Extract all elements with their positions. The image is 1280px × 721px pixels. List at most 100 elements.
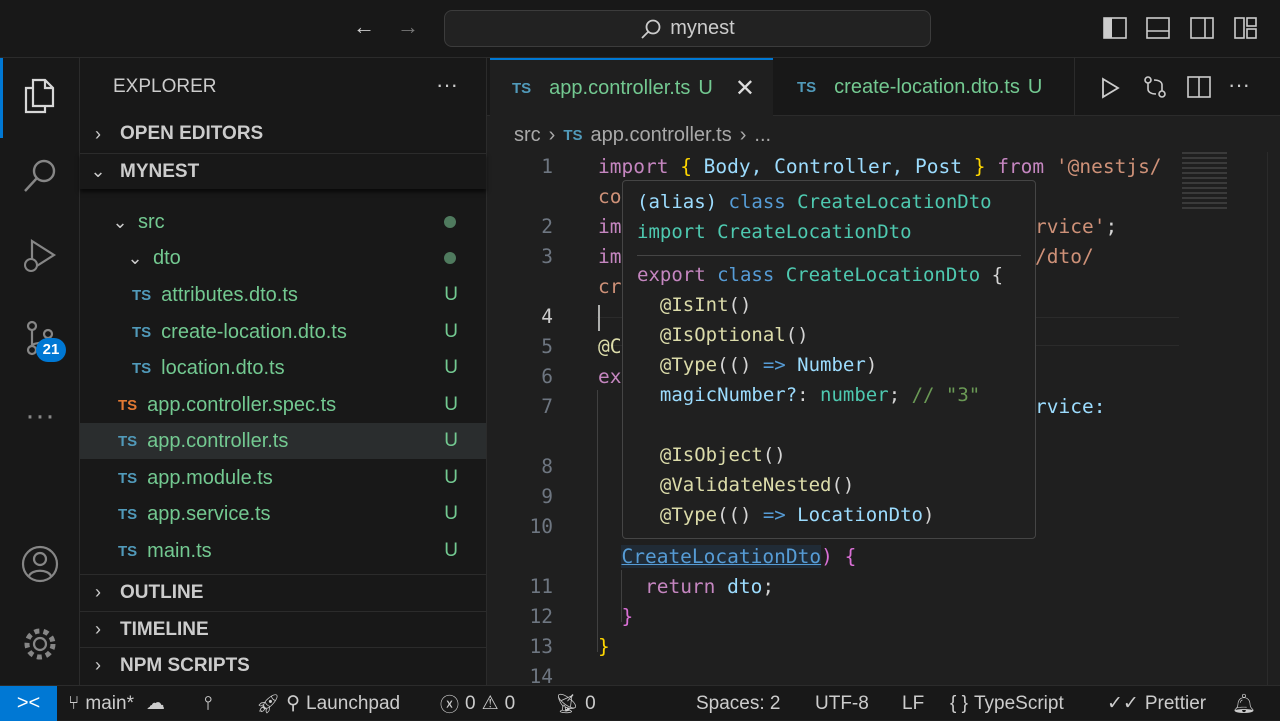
code-token: '@nestjs/: [1055, 155, 1162, 178]
chevron-right-icon: ›: [95, 123, 101, 144]
editor-tabs: TS app.controller.ts U ✕ TS create-locat…: [487, 58, 1280, 116]
tree-item[interactable]: TS create-location.dto.ts U: [80, 314, 486, 350]
minimap[interactable]: [1182, 152, 1227, 212]
untracked-badge: U: [444, 430, 458, 451]
tree-item-label: app.module.ts: [147, 466, 273, 489]
run-debug-icon[interactable]: [0, 226, 80, 286]
tree-item[interactable]: TS app.service.ts U: [80, 496, 486, 532]
more-icon[interactable]: ···: [0, 386, 80, 446]
tree-item-label: src: [138, 210, 165, 233]
code-token: :: [797, 384, 821, 406]
tab-app-controller[interactable]: TS app.controller.ts U ✕: [490, 58, 773, 116]
code-line-fragment: rvice';: [1035, 212, 1117, 242]
code-line-fragment: rvice:: [1035, 392, 1105, 422]
code-token: (): [762, 444, 786, 466]
hover-line: export class CreateLocationDto {: [637, 260, 1021, 290]
code-token: ;: [888, 384, 912, 406]
typescript-icon: TS: [132, 359, 152, 377]
section-mynest[interactable]: ⌄ MYNEST: [80, 153, 486, 189]
code-token: @IsInt: [637, 294, 729, 316]
tab-create-location-dto[interactable]: TS create-location.dto.ts U: [775, 58, 1075, 116]
code-line: im: [598, 242, 621, 272]
settings-gear-icon[interactable]: [0, 614, 80, 674]
git-graph-icon[interactable]: ⫯: [204, 686, 212, 721]
code-line: [598, 302, 600, 332]
code-token: {: [680, 155, 704, 178]
breadcrumb-file[interactable]: app.controller.ts: [591, 124, 732, 147]
notifications-bell-icon[interactable]: 🔔︎: [1232, 686, 1256, 721]
account-icon[interactable]: [0, 534, 80, 594]
tree-item[interactable]: TS app.controller.ts U: [80, 423, 486, 459]
text-cursor: [598, 304, 600, 331]
tree-item[interactable]: ⌄ dto: [80, 240, 486, 276]
customize-layout-icon[interactable]: [1234, 17, 1258, 39]
line-number: 9: [541, 485, 553, 508]
compare-changes-icon[interactable]: [1143, 75, 1167, 99]
code-token: }: [973, 155, 998, 178]
untracked-badge: U: [444, 357, 458, 378]
hover-line: import CreateLocationDto: [637, 217, 1021, 247]
search-icon[interactable]: [0, 146, 80, 206]
forward-arrow-icon[interactable]: →: [397, 14, 419, 40]
command-center-search[interactable]: mynest: [444, 10, 931, 47]
section-outline[interactable]: › OUTLINE: [80, 574, 486, 610]
breadcrumb-src[interactable]: src: [514, 124, 541, 147]
tree-item[interactable]: TS main.ts U: [80, 533, 486, 569]
code-line: }: [598, 632, 610, 662]
tree-item[interactable]: ⌄ src: [80, 204, 486, 240]
scrollbar[interactable]: [1267, 152, 1280, 685]
indentation[interactable]: Spaces: 2: [696, 686, 781, 721]
code-token: @Type: [637, 354, 718, 376]
more-actions-icon[interactable]: ···: [436, 72, 458, 98]
toggle-secondary-sidebar-icon[interactable]: [1190, 17, 1214, 39]
tree-item[interactable]: TS attributes.dto.ts U: [80, 277, 486, 313]
problems-indicator[interactable]: ⓧ 0 ⚠ 0: [440, 686, 515, 721]
typescript-icon: TS: [797, 78, 817, 96]
code-token: @ValidateNested: [637, 474, 832, 496]
close-icon[interactable]: ✕: [735, 74, 755, 103]
code-token: // "3": [911, 384, 981, 406]
section-timeline[interactable]: › TIMELINE: [80, 611, 486, 647]
line-ending[interactable]: LF: [902, 686, 924, 721]
line-number: 6: [541, 365, 553, 388]
branch-indicator[interactable]: ⑂ main* ☁: [68, 686, 165, 721]
code-token: ): [821, 545, 845, 568]
back-arrow-icon[interactable]: ←: [353, 14, 375, 40]
explorer-icon[interactable]: [0, 66, 80, 126]
breadcrumb-symbol[interactable]: ...: [754, 124, 771, 147]
untracked-badge: U: [444, 467, 458, 488]
cloud-upload-icon[interactable]: ☁: [146, 692, 165, 715]
line-number: 8: [541, 455, 553, 478]
untracked-badge: U: [444, 540, 458, 561]
typescript-icon: TS: [132, 286, 152, 304]
more-actions-icon[interactable]: ···: [1228, 72, 1250, 98]
ports-indicator[interactable]: 📡︎ 0: [555, 686, 596, 721]
broadcast-icon: 📡︎: [555, 693, 580, 715]
encoding[interactable]: UTF-8: [815, 686, 869, 721]
tree-item[interactable]: TS location.dto.ts U: [80, 350, 486, 386]
remote-icon[interactable]: ><: [0, 686, 57, 721]
run-icon[interactable]: [1099, 77, 1121, 99]
typescript-icon: TS: [118, 505, 138, 523]
tree-item-label: app.service.ts: [147, 502, 271, 525]
chevron-right-icon: ›: [95, 619, 101, 639]
code-token: (): [831, 474, 855, 496]
code-token: ((): [717, 504, 763, 526]
split-editor-icon[interactable]: [1187, 76, 1211, 98]
prettier-indicator[interactable]: ✓✓ Prettier: [1107, 686, 1206, 721]
toggle-panel-icon[interactable]: [1146, 17, 1170, 39]
language-mode[interactable]: { } TypeScript: [950, 686, 1064, 721]
code-line: cr: [598, 272, 621, 302]
code-line-fragment: /dto/: [1035, 242, 1094, 272]
code-token: LocationDto: [797, 504, 924, 526]
hover-line: @ValidateNested(): [637, 470, 1021, 500]
section-open-editors[interactable]: › OPEN EDITORS: [80, 116, 486, 152]
section-npm-scripts[interactable]: › NPM SCRIPTS: [80, 647, 486, 683]
tree-item[interactable]: TS app.module.ts U: [80, 460, 486, 496]
tree-item[interactable]: TS app.controller.spec.ts U: [80, 387, 486, 423]
code-line: import { Body, Controller, Post } from '…: [598, 152, 1162, 182]
toggle-primary-sidebar-icon[interactable]: [1103, 17, 1127, 39]
plug-icon: ⚲: [286, 693, 301, 714]
launchpad-indicator[interactable]: 🚀︎ ⚲ Launchpad: [256, 686, 400, 721]
